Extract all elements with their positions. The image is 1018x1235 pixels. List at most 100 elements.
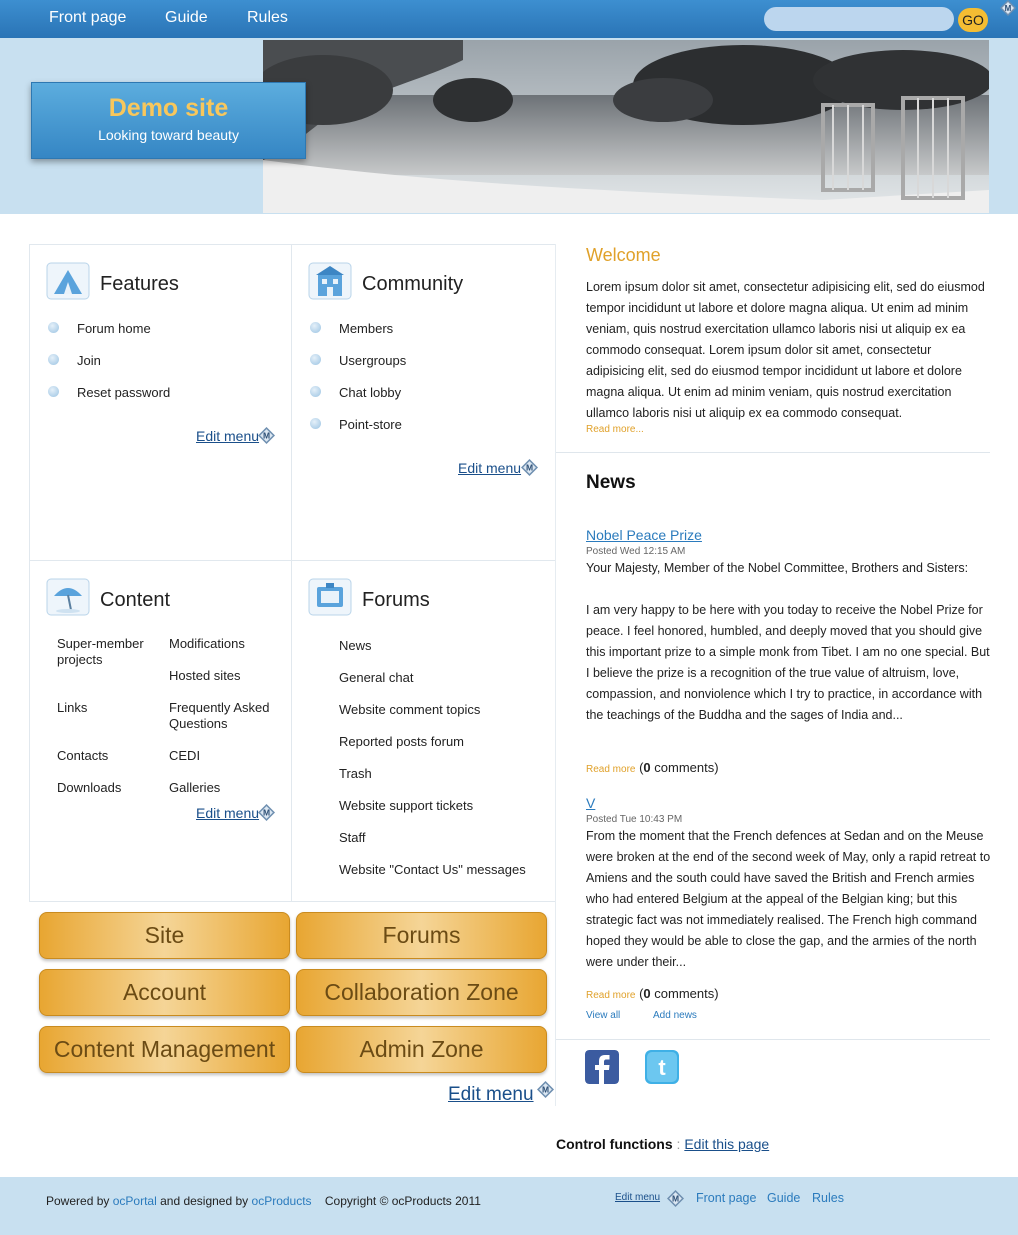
footer-powered-label: Powered by (46, 1194, 110, 1208)
news-item-title[interactable]: Nobel Peace Prize (586, 527, 702, 543)
news-read-more[interactable]: Read more (586, 764, 635, 775)
news-add-news[interactable]: Add news (653, 1010, 697, 1021)
comment-label[interactable]: comments) (654, 760, 718, 775)
edit-menu-zones[interactable]: Edit menu (448, 1084, 534, 1106)
tent-icon (46, 262, 90, 300)
zone-button-forums[interactable]: Forums (296, 912, 547, 959)
building-icon (308, 262, 352, 300)
news-view-all[interactable]: View all (586, 1010, 620, 1021)
edit-menu-m-icon[interactable]: M (521, 459, 538, 476)
news-item-body-paragraph: I am very happy to be here with you toda… (586, 603, 990, 722)
bullet-icon (48, 322, 59, 333)
bullet-icon (48, 386, 59, 397)
menu-item-forum-home[interactable]: Forum home (77, 321, 151, 336)
header-banner-image (263, 40, 989, 213)
menu-item-hosted-sites[interactable]: Hosted sites (169, 668, 241, 684)
edit-menu-m-icon[interactable]: M (258, 427, 275, 444)
news-item-body-paragraph: From the moment that the French defences… (586, 829, 991, 969)
welcome-read-more[interactable]: Read more... (586, 424, 644, 435)
top-nav: Front page Guide Rules GO M (0, 0, 1018, 38)
welcome-text: Lorem ipsum dolor sit amet, consectetur … (586, 280, 985, 420)
menu-item-chat-lobby[interactable]: Chat lobby (339, 385, 401, 400)
menu-item-news[interactable]: News (339, 638, 372, 654)
news-item-title[interactable]: V (586, 795, 595, 811)
bullet-icon (310, 322, 321, 333)
nav-front-page[interactable]: Front page (49, 9, 126, 27)
menu-item-links[interactable]: Links (57, 700, 87, 716)
menu-item-join[interactable]: Join (77, 353, 101, 368)
footer-edit-menu[interactable]: Edit menu (615, 1192, 660, 1203)
grid-divider-horizontal (29, 560, 556, 561)
menu-item-members[interactable]: Members (339, 321, 393, 336)
site-logo[interactable]: Demo site Looking toward beauty (31, 82, 306, 159)
site-title: Demo site (108, 94, 229, 122)
zone-button-collaboration-zone[interactable]: Collaboration Zone (296, 969, 547, 1016)
footer-link-front-page[interactable]: Front page (696, 1191, 756, 1205)
bullet-icon (310, 386, 321, 397)
menu-item-downloads[interactable]: Downloads (57, 780, 121, 796)
menu-item-contact-us-messages[interactable]: Website "Contact Us" messages (339, 862, 526, 878)
welcome-title: Welcome (586, 245, 661, 265)
menu-grid (29, 244, 556, 902)
svg-text:M: M (263, 431, 270, 441)
site-tagline: Looking toward beauty (98, 127, 239, 143)
news-item-date: Posted Wed 12:15 AM (586, 546, 686, 557)
svg-text:M: M (672, 1194, 679, 1204)
search-go-button[interactable]: GO (958, 8, 988, 32)
panel-title-community: Community (362, 273, 464, 295)
zone-button-account[interactable]: Account (39, 969, 290, 1016)
menu-item-trash[interactable]: Trash (339, 766, 372, 782)
menu-item-faq[interactable]: Frequently Asked Questions (169, 700, 279, 732)
panel-title-forums: Forums (362, 589, 430, 611)
edit-menu-m-icon[interactable]: M (537, 1081, 554, 1098)
menu-item-galleries[interactable]: Galleries (169, 780, 220, 796)
menu-item-cedi[interactable]: CEDI (169, 748, 200, 764)
facebook-icon[interactable] (585, 1050, 619, 1084)
menu-item-staff[interactable]: Staff (339, 830, 366, 846)
control-functions: Control functions : Edit this page (556, 1136, 769, 1152)
menu-item-reset-password[interactable]: Reset password (77, 385, 170, 400)
menu-item-website-comment-topics[interactable]: Website comment topics (339, 702, 480, 718)
menu-item-usergroups[interactable]: Usergroups (339, 353, 406, 368)
menu-item-contacts[interactable]: Contacts (57, 748, 108, 764)
edit-menu-features[interactable]: Edit menu (196, 428, 259, 444)
edit-menu-m-icon[interactable]: M (667, 1190, 684, 1207)
news-read-more[interactable]: Read more (586, 990, 635, 1001)
comment-label[interactable]: comments) (654, 986, 718, 1001)
footer-credits: Powered by ocPortal and designed by ocPr… (46, 1194, 481, 1208)
comment-count[interactable]: 0 (643, 760, 650, 775)
panel-title-features: Features (100, 273, 179, 295)
twitter-icon[interactable]: t (645, 1050, 679, 1084)
edit-menu-community[interactable]: Edit menu (458, 460, 521, 476)
menu-item-general-chat[interactable]: General chat (339, 670, 413, 686)
menu-item-website-support-tickets[interactable]: Website support tickets (339, 798, 473, 814)
search-input[interactable] (764, 7, 954, 31)
forum-icon (308, 578, 352, 616)
control-functions-label: Control functions (556, 1136, 673, 1152)
menu-item-reported-posts-forum[interactable]: Reported posts forum (339, 734, 464, 750)
menu-item-super-member-projects[interactable]: Super-member projects (57, 636, 157, 668)
zone-button-site[interactable]: Site (39, 912, 290, 959)
nav-rules[interactable]: Rules (247, 9, 288, 27)
menu-item-modifications[interactable]: Modifications (169, 636, 245, 652)
footer-link-guide[interactable]: Guide (767, 1191, 800, 1205)
footer-ocportal-link[interactable]: ocPortal (113, 1194, 157, 1208)
edit-menu-content[interactable]: Edit menu (196, 805, 259, 821)
news-item-footer: Read more (0 comments) (586, 760, 719, 775)
svg-text:t: t (658, 1055, 666, 1080)
menu-item-point-store[interactable]: Point-store (339, 417, 402, 432)
edit-menu-m-icon[interactable]: M (258, 804, 275, 821)
bullet-icon (310, 418, 321, 429)
footer-link-rules[interactable]: Rules (812, 1191, 844, 1205)
ocportal-m-icon[interactable]: M (1000, 0, 1016, 16)
nav-guide[interactable]: Guide (165, 9, 208, 27)
zone-button-content-management[interactable]: Content Management (39, 1026, 290, 1073)
footer-ocproducts-link[interactable]: ocProducts (252, 1194, 312, 1208)
umbrella-icon (46, 578, 90, 616)
comment-count[interactable]: 0 (643, 986, 650, 1001)
divider (556, 1039, 990, 1040)
zone-button-admin-zone[interactable]: Admin Zone (296, 1026, 547, 1073)
edit-this-page-link[interactable]: Edit this page (684, 1136, 769, 1152)
news-item-body: Your Majesty, Member of the Nobel Commit… (586, 558, 992, 726)
column-divider (555, 244, 556, 1106)
